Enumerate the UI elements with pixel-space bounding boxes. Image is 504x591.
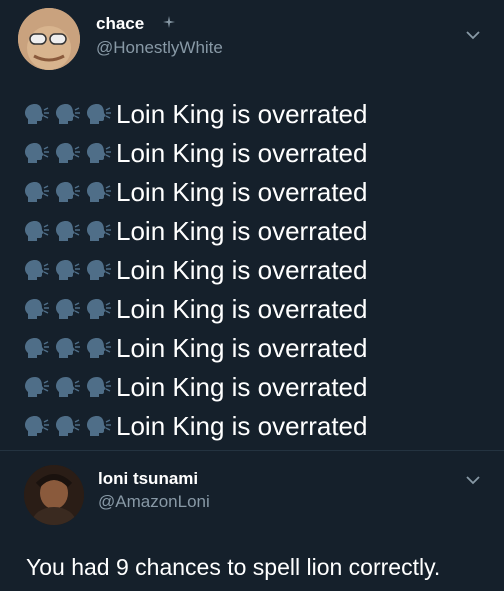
speaking-heads-emoji [22, 336, 116, 360]
tweet-line: Loin King is overrated [22, 97, 367, 131]
speaking-head-icon [22, 414, 50, 438]
tweet-line-text: Loin King is overrated [116, 294, 368, 324]
speaking-head-icon [53, 336, 81, 360]
speaking-head-icon [22, 141, 50, 165]
tweet-line: Loin King is overrated [22, 136, 367, 170]
speaking-heads-emoji [22, 102, 116, 126]
tweet-line-text: Loin King is overrated [116, 411, 368, 441]
speaking-head-icon [53, 258, 81, 282]
speaking-head-icon [84, 141, 112, 165]
tweet-line-text: Loin King is overrated [116, 177, 368, 207]
speaking-heads-emoji [22, 141, 116, 165]
speaking-heads-emoji [22, 219, 116, 243]
tweet-line: Loin King is overrated [22, 214, 367, 248]
speaking-head-icon [53, 414, 81, 438]
tweet-text: You had 9 chances to spell lion correctl… [26, 554, 441, 580]
speaking-heads-emoji [22, 258, 116, 282]
user-handle[interactable]: @AmazonLoni [98, 492, 210, 512]
speaking-head-icon [22, 297, 50, 321]
speaking-heads-emoji [22, 375, 116, 399]
speaking-heads-emoji [22, 297, 116, 321]
tweet-line: Loin King is overrated [22, 175, 367, 209]
speaking-heads-emoji [22, 180, 116, 204]
tweet-line: Loin King is overrated [22, 370, 367, 404]
tweet-line-text: Loin King is overrated [116, 216, 368, 246]
user-handle[interactable]: @HonestlyWhite [96, 38, 223, 58]
speaking-head-icon [84, 180, 112, 204]
speaking-head-icon [53, 297, 81, 321]
avatar-image [24, 465, 84, 525]
tweet-line: Loin King is overrated [22, 253, 367, 287]
tweet-1[interactable]: chace @HonestlyWhite Loin King is overra… [0, 0, 504, 450]
avatar-image [18, 8, 80, 70]
chevron-down-icon[interactable] [462, 469, 484, 491]
speaking-head-icon [22, 102, 50, 126]
speaking-head-icon [53, 180, 81, 204]
sparkle-icon [163, 16, 175, 28]
speaking-head-icon [84, 375, 112, 399]
speaking-head-icon [53, 102, 81, 126]
tweet-line-text: Loin King is overrated [116, 255, 368, 285]
speaking-head-icon [84, 219, 112, 243]
speaking-head-icon [84, 297, 112, 321]
display-name[interactable]: chace [96, 14, 144, 34]
tweet-line: Loin King is overrated [22, 292, 367, 326]
avatar[interactable] [24, 465, 84, 525]
speaking-head-icon [84, 102, 112, 126]
tweet-line: Loin King is overrated [22, 331, 367, 365]
tweet-line-text: Loin King is overrated [116, 372, 368, 402]
speaking-head-icon [53, 375, 81, 399]
tweet-2[interactable]: loni tsunami @AmazonLoni You had 9 chanc… [0, 450, 504, 591]
tweet-line-text: Loin King is overrated [116, 138, 368, 168]
speaking-head-icon [53, 141, 81, 165]
speaking-head-icon [22, 336, 50, 360]
speaking-head-icon [53, 219, 81, 243]
speaking-head-icon [22, 219, 50, 243]
chevron-down-icon[interactable] [462, 24, 484, 46]
speaking-heads-emoji [22, 414, 116, 438]
speaking-head-icon [22, 258, 50, 282]
speaking-head-icon [84, 336, 112, 360]
avatar[interactable] [18, 8, 80, 70]
tweet-line: Loin King is overrated [22, 409, 367, 443]
speaking-head-icon [84, 414, 112, 438]
tweet-line-text: Loin King is overrated [116, 99, 368, 129]
speaking-head-icon [84, 258, 112, 282]
display-name[interactable]: loni tsunami [98, 469, 198, 489]
tweet-line-text: Loin King is overrated [116, 333, 368, 363]
speaking-head-icon [22, 375, 50, 399]
speaking-head-icon [22, 180, 50, 204]
